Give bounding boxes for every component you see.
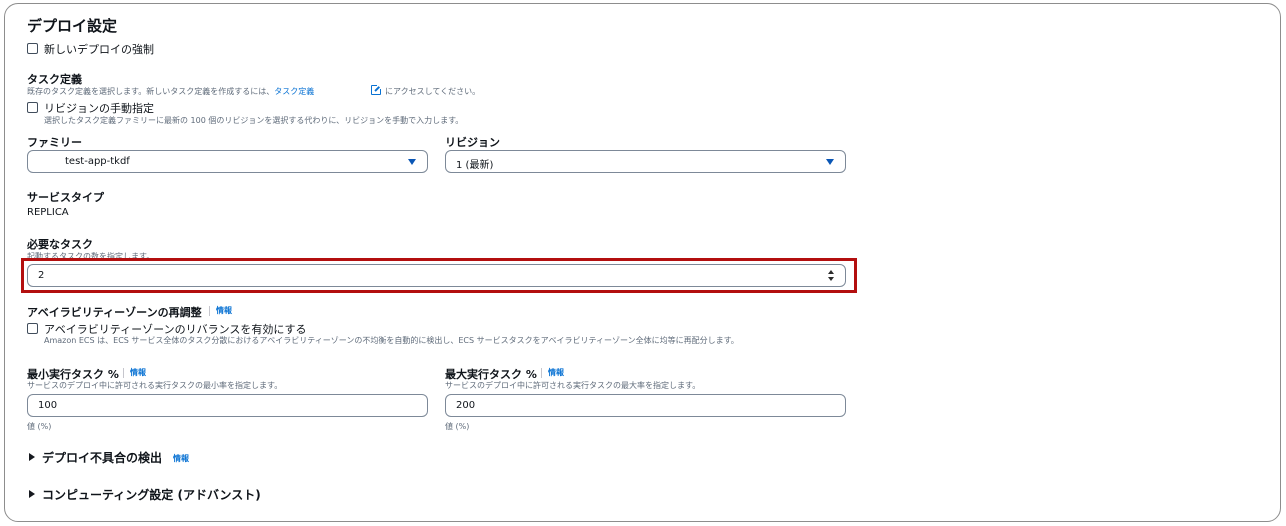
max-percent-value: 200 <box>456 400 476 411</box>
compute-settings-toggle[interactable]: コンピューティング設定 (アドバンスト) <box>42 486 261 503</box>
service-type-label: サービスタイプ <box>27 191 104 204</box>
revision-select[interactable]: 1 (最新) <box>445 150 846 173</box>
min-percent-input[interactable]: 100 <box>27 394 428 417</box>
deploy-failure-info-link[interactable]: 情報 <box>173 453 189 464</box>
family-value: test-app-tkdf <box>65 156 130 167</box>
family-label: ファミリー <box>27 136 82 149</box>
az-rebalance-label: アベイラビリティーゾーンの再調整 <box>27 306 202 319</box>
number-spinner-icon[interactable] <box>827 270 836 282</box>
spinner-up-icon[interactable] <box>828 270 834 274</box>
max-percent-unit: 値 (%) <box>445 422 470 431</box>
manual-revision-checkbox[interactable] <box>27 102 38 113</box>
desired-tasks-value: 2 <box>38 270 45 281</box>
desired-tasks-label: 必要なタスク <box>27 238 93 251</box>
max-percent-desc: サービスのデプロイ中に許可される実行タスクの最大率を指定します。 <box>445 381 701 390</box>
min-percent-unit: 値 (%) <box>27 422 52 431</box>
revision-label: リビジョン <box>445 136 500 149</box>
expand-triangle-icon[interactable] <box>29 490 35 498</box>
desired-tasks-input[interactable]: 2 <box>27 264 846 287</box>
task-definition-label: タスク定義 <box>27 73 82 86</box>
spinner-down-icon[interactable] <box>828 277 834 281</box>
min-percent-info-link[interactable]: 情報 <box>130 367 146 378</box>
divider <box>209 306 210 316</box>
caret-down-icon <box>826 159 834 165</box>
divider <box>541 368 542 378</box>
force-new-deploy-label[interactable]: 新しいデプロイの強制 <box>44 41 154 57</box>
max-percent-input[interactable]: 200 <box>445 394 846 417</box>
divider <box>123 368 124 378</box>
service-type-value: REPLICA <box>27 207 69 218</box>
deploy-failure-toggle[interactable]: デプロイ不具合の検出 <box>42 449 162 466</box>
manual-revision-label[interactable]: リビジョンの手動指定 <box>44 100 154 116</box>
family-select[interactable]: test-app-tkdf <box>27 150 428 173</box>
az-rebalance-checkbox[interactable] <box>27 323 38 334</box>
revision-value: 1 (最新) <box>456 160 494 171</box>
az-rebalance-info-link[interactable]: 情報 <box>216 305 232 316</box>
min-percent-value: 100 <box>38 400 58 411</box>
task-definition-desc-suffix: にアクセスしてください。 <box>385 87 481 96</box>
max-percent-info-link[interactable]: 情報 <box>548 367 564 378</box>
manual-revision-desc: 選択したタスク定義ファミリーに最新の 100 個のリビジョンを選択する代わりに、… <box>44 116 464 125</box>
caret-down-icon <box>408 159 416 165</box>
task-definition-link[interactable]: タスク定義 <box>274 87 314 96</box>
min-percent-desc: サービスのデプロイ中に許可される実行タスクの最小率を指定します。 <box>27 381 283 390</box>
section-title: デプロイ設定 <box>27 17 118 35</box>
task-definition-desc: 既存のタスク定義を選択します。新しいタスク定義を作成するには、タスク定義 <box>27 87 315 96</box>
az-rebalance-desc: Amazon ECS は、ECS サービス全体のタスク分散におけるアベイラビリテ… <box>44 336 739 345</box>
expand-triangle-icon[interactable] <box>29 453 35 461</box>
force-new-deploy-checkbox[interactable] <box>27 43 38 54</box>
